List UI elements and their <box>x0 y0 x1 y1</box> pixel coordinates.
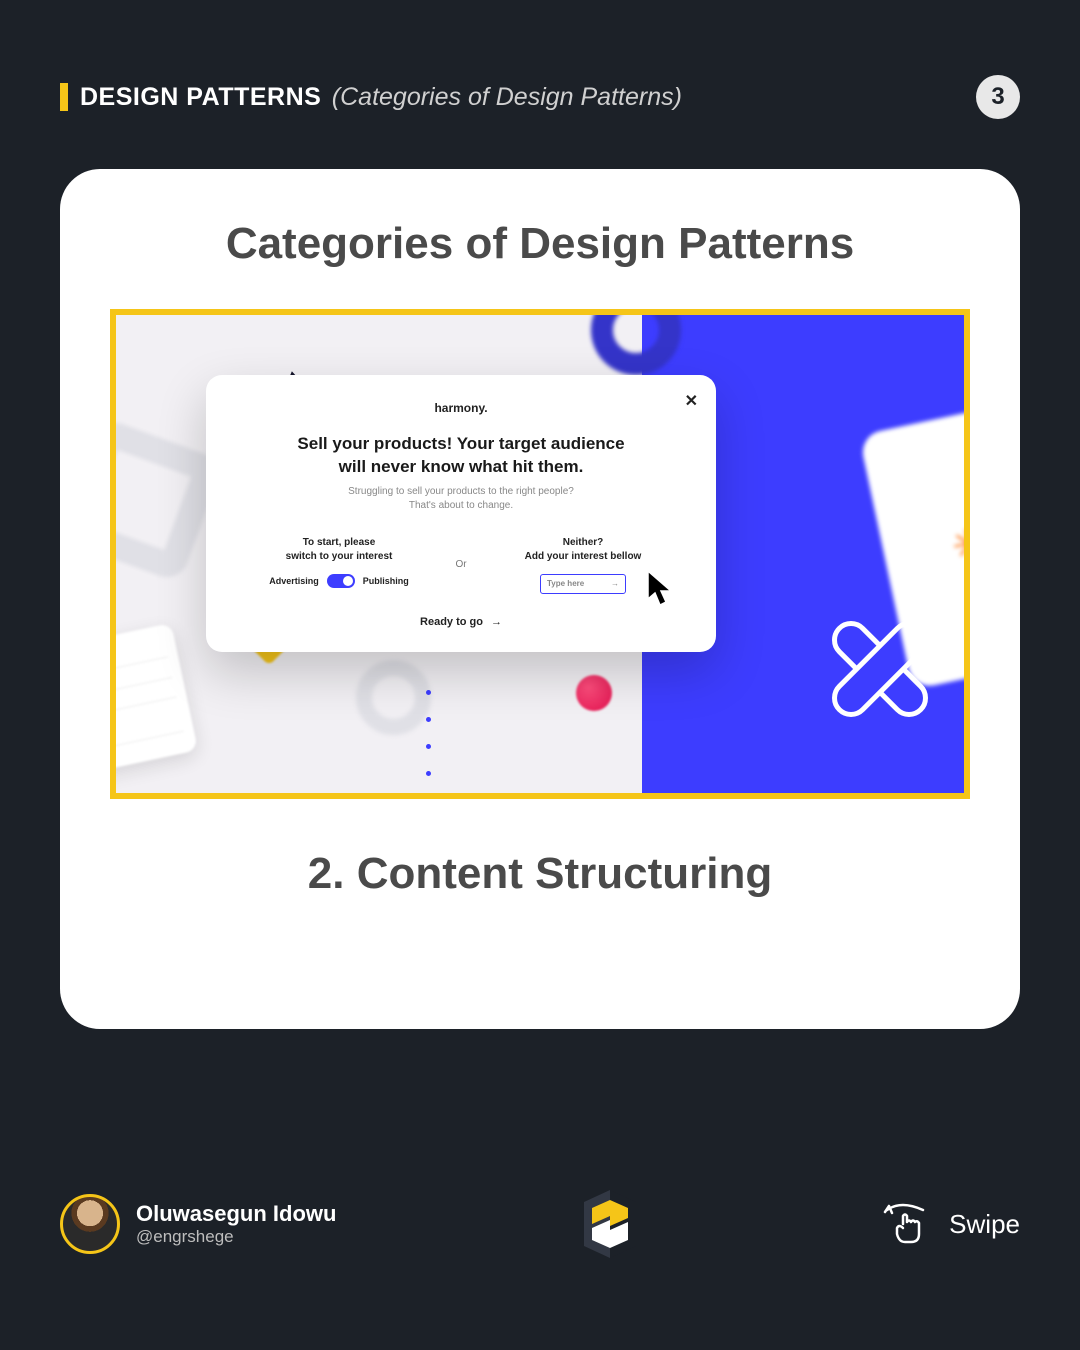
close-icon[interactable]: ✕ <box>685 391 698 411</box>
author-handle: @engrshege <box>136 1227 336 1247</box>
swipe-hand-icon <box>883 1202 931 1246</box>
card-title: Categories of Design Patterns <box>110 219 970 269</box>
swipe-label: Swipe <box>949 1209 1020 1240</box>
cta-label: Ready to go <box>420 616 483 628</box>
accent-bar <box>60 83 68 111</box>
modal-left-option: To start, please switch to your interest… <box>242 536 436 588</box>
toggle-label-right: Publishing <box>363 575 409 588</box>
content-card: Categories of Design Patterns ✳︎ Fo Co L… <box>60 169 1020 1029</box>
modal-right-line: Neither? <box>486 536 680 550</box>
modal-headline: Sell your products! Your target audience… <box>242 433 680 479</box>
card-footer-title: 2. Content Structuring <box>110 849 970 899</box>
modal-options-row: To start, please switch to your interest… <box>242 536 680 594</box>
modal-sub-line: Struggling to sell your products to the … <box>242 485 680 500</box>
onboarding-modal: harmony. ✕ Sell your products! Your targ… <box>206 375 716 652</box>
input-placeholder: Type here <box>547 578 584 589</box>
modal-subtitle: Struggling to sell your products to the … <box>242 485 680 514</box>
modal-left-line: switch to your interest <box>242 550 436 564</box>
header-subtitle: (Categories of Design Patterns) <box>332 83 682 111</box>
author-name: Oluwasegun Idowu <box>136 1201 336 1227</box>
modal-headline-line: will never know what hit them. <box>242 456 680 479</box>
footer: Oluwasegun Idowu @engrshege Swipe <box>60 1188 1020 1260</box>
modal-sub-line: That's about to change. <box>242 499 680 514</box>
brand-logo-icon <box>578 1188 642 1260</box>
ring-bottom-icon <box>356 660 431 735</box>
gear-icon: ✳︎ <box>948 519 970 571</box>
interest-input[interactable]: Type here → <box>540 574 626 594</box>
arrow-right-icon: → <box>611 578 619 589</box>
toggle-label-left: Advertising <box>269 575 319 588</box>
page-number-badge: 3 <box>976 75 1020 119</box>
modal-headline-line: Sell your products! Your target audience <box>242 433 680 456</box>
modal-brand: harmony. <box>242 401 680 415</box>
illustration-frame: ✳︎ Fo Co L Form n onsultation scribe har… <box>110 309 970 799</box>
modal-right-line: Add your interest bellow <box>486 550 680 564</box>
toggle-switch[interactable] <box>327 574 355 588</box>
author-block: Oluwasegun Idowu @engrshege <box>60 1194 336 1254</box>
avatar <box>60 1194 120 1254</box>
header-title: DESIGN PATTERNS <box>80 83 321 111</box>
header: DESIGN PATTERNS (Categories of Design Pa… <box>0 0 1080 119</box>
ready-button[interactable]: Ready to go → <box>242 616 680 628</box>
modal-left-line: To start, please <box>242 536 436 550</box>
ball-shape-icon <box>576 675 612 711</box>
interest-toggle[interactable]: Advertising Publishing <box>242 574 436 588</box>
arrow-right-icon: → <box>491 616 502 628</box>
swipe-hint[interactable]: Swipe <box>883 1202 1020 1246</box>
dot-column-icon <box>426 690 431 776</box>
cursor-icon <box>644 569 680 609</box>
modal-or-label: Or <box>446 559 476 570</box>
header-title-wrap: DESIGN PATTERNS (Categories of Design Pa… <box>80 83 682 112</box>
author-text: Oluwasegun Idowu @engrshege <box>136 1201 336 1247</box>
header-left: DESIGN PATTERNS (Categories of Design Pa… <box>60 83 682 112</box>
